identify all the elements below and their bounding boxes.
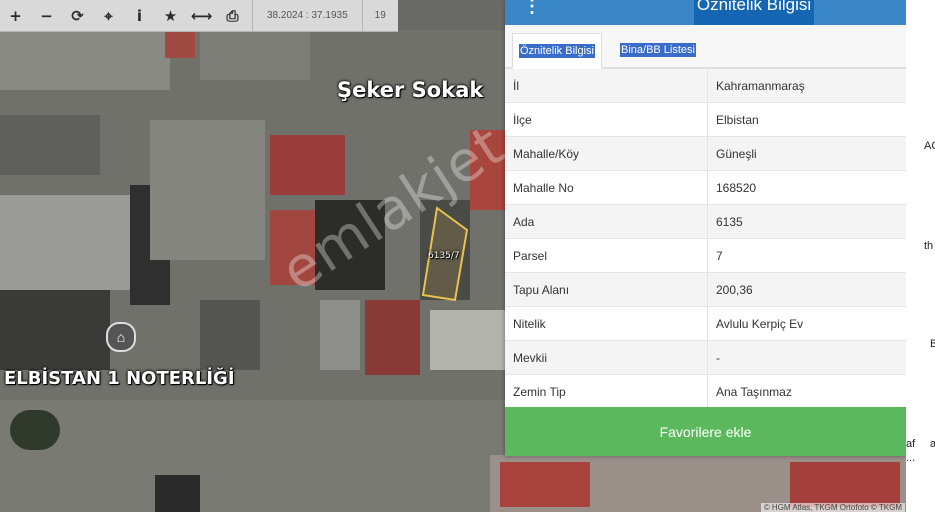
strip-text: AC bbox=[924, 140, 935, 152]
table-row: Ada 6135 bbox=[505, 204, 906, 239]
row-key: İlçe bbox=[505, 102, 708, 137]
map-tile bbox=[430, 310, 505, 370]
map-tile bbox=[0, 400, 505, 512]
strip-text: B bbox=[930, 338, 935, 350]
map-tile bbox=[270, 210, 315, 285]
map-tile bbox=[500, 462, 590, 507]
place-label: ELBİSTAN 1 NOTERLİĞİ bbox=[4, 368, 235, 389]
map-tile bbox=[320, 300, 360, 370]
row-key: İl bbox=[505, 68, 708, 103]
table-row: Mahalle/Köy Güneşli bbox=[505, 136, 906, 171]
map-tile bbox=[200, 30, 310, 80]
zoom-out-button[interactable]: − bbox=[31, 0, 62, 31]
print-icon[interactable]: ⎙ bbox=[217, 0, 248, 31]
locate-icon[interactable]: ⌖ bbox=[93, 0, 124, 31]
row-value: Ana Taşınmaz bbox=[707, 374, 906, 408]
tab-label: Bina/BB Listesi bbox=[620, 43, 696, 57]
coordinate-readout: 38.2024 : 37.1935 bbox=[252, 0, 363, 31]
row-key: Parsel bbox=[505, 238, 708, 273]
map-tile bbox=[0, 30, 170, 90]
row-value: Güneşli bbox=[707, 136, 906, 171]
map-attribution: © HGM Atlas, TKGM Ortofoto © TKGM bbox=[760, 503, 905, 512]
tab-attribute-info[interactable]: Öznitelik Bilgisi bbox=[512, 33, 602, 69]
table-row: İl Kahramanmaraş bbox=[505, 68, 906, 103]
map-toolbar: + − ⟳ ⌖ i ★ ⟷ ⎙ 38.2024 : 37.1935 19 bbox=[0, 0, 398, 32]
more-menu-icon[interactable]: ⋮ bbox=[523, 0, 541, 17]
map-tile bbox=[270, 135, 345, 195]
row-value: Avlulu Kerpiç Ev bbox=[707, 306, 906, 341]
row-key: Ada bbox=[505, 204, 708, 239]
map-tile bbox=[365, 300, 420, 375]
row-key: Tapu Alanı bbox=[505, 272, 708, 307]
landmark-icon: ⌂ bbox=[106, 322, 136, 352]
map-tile bbox=[150, 120, 265, 260]
map-tile bbox=[0, 195, 130, 290]
table-row: Tapu Alanı 200,36 bbox=[505, 272, 906, 307]
map-tile bbox=[315, 200, 385, 290]
row-key: Mahalle No bbox=[505, 170, 708, 205]
map-tile bbox=[790, 462, 900, 507]
table-row: Mevkii - bbox=[505, 340, 906, 375]
strip-text: ... bbox=[906, 452, 916, 464]
street-label: Şeker Sokak bbox=[337, 78, 484, 102]
row-value: Kahramanmaraş bbox=[707, 68, 906, 103]
row-key: Zemin Tip bbox=[505, 374, 708, 408]
tab-building-list[interactable]: Bina/BB Listesi bbox=[618, 33, 698, 67]
attribute-table: İl Kahramanmaraş İlçe Elbistan Mahalle/Köy… bbox=[505, 68, 906, 408]
map-tile bbox=[165, 30, 195, 58]
row-value: Elbistan bbox=[707, 102, 906, 137]
map-tile bbox=[200, 300, 260, 370]
refresh-icon[interactable]: ⟳ bbox=[62, 0, 93, 31]
row-key: Mevkii bbox=[505, 340, 708, 375]
row-value: - bbox=[707, 340, 906, 375]
row-value: 7 bbox=[707, 238, 906, 273]
info-icon[interactable]: i bbox=[124, 0, 155, 31]
right-page-strip: AC th B af a ... bbox=[906, 0, 935, 512]
map-tile bbox=[10, 410, 60, 450]
row-value: 6135 bbox=[707, 204, 906, 239]
measure-icon[interactable]: ⟷ bbox=[186, 0, 217, 31]
map-tile bbox=[0, 290, 110, 370]
table-row: Parsel 7 bbox=[505, 238, 906, 273]
attribute-panel: ⋮ Öznitelik Bilgisi Öznitelik Bilgisi Bi… bbox=[505, 0, 906, 456]
tab-label: Öznitelik Bilgisi bbox=[519, 44, 595, 58]
panel-title: Öznitelik Bilgisi bbox=[694, 0, 814, 25]
table-row: Mahalle No 168520 bbox=[505, 170, 906, 205]
table-row: Nitelik Avlulu Kerpiç Ev bbox=[505, 306, 906, 341]
map-tile bbox=[155, 475, 200, 512]
row-value: 200,36 bbox=[707, 272, 906, 307]
zoom-in-button[interactable]: + bbox=[0, 0, 31, 31]
star-icon[interactable]: ★ bbox=[155, 0, 186, 31]
map-tile bbox=[470, 130, 505, 210]
table-row: Zemin Tip Ana Taşınmaz bbox=[505, 374, 906, 408]
row-key: Mahalle/Köy bbox=[505, 136, 708, 171]
panel-header: ⋮ Öznitelik Bilgisi bbox=[505, 0, 906, 25]
strip-text: a bbox=[930, 438, 935, 450]
strip-text: af bbox=[906, 438, 916, 450]
row-key: Nitelik bbox=[505, 306, 708, 341]
row-value: 168520 bbox=[707, 170, 906, 205]
add-favorite-button[interactable]: Favorilere ekle bbox=[505, 407, 906, 456]
parcel-label: 6135/7 bbox=[428, 251, 460, 261]
table-row: İlçe Elbistan bbox=[505, 102, 906, 137]
strip-text: th bbox=[924, 240, 934, 252]
map-tile bbox=[0, 115, 100, 175]
zoom-level: 19 bbox=[374, 10, 386, 21]
panel-tabs: Öznitelik Bilgisi Bina/BB Listesi bbox=[505, 25, 906, 69]
